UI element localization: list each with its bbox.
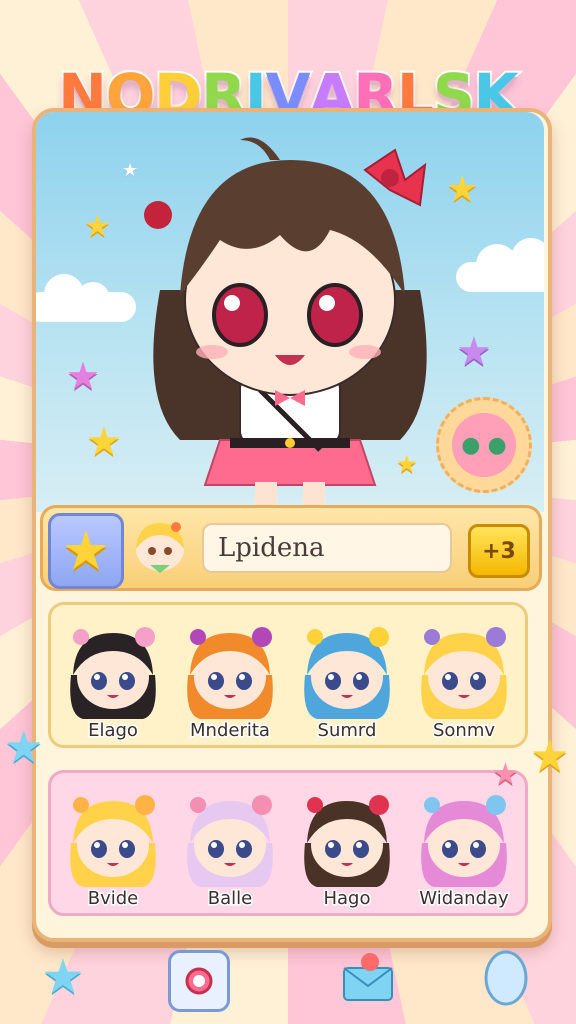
character-name: Sonmv	[431, 719, 496, 743]
character-card[interactable]: Balle	[174, 773, 286, 913]
character-name: Mnderita	[189, 719, 272, 743]
star-icon: ★	[86, 419, 122, 465]
character-card[interactable]: Sonmv	[408, 605, 520, 745]
cloud-right	[456, 238, 544, 292]
star-icon: ★	[84, 209, 111, 244]
star-icon: ★	[41, 949, 85, 1005]
star-icon: ★	[492, 757, 519, 792]
character-name: Balle	[206, 887, 253, 911]
shield-button[interactable]	[482, 950, 530, 1006]
character-card[interactable]: Bvide	[57, 773, 169, 913]
star-button[interactable]: ★	[38, 952, 88, 1002]
character-avatar	[421, 627, 507, 719]
mail-button[interactable]	[340, 952, 396, 1004]
character-row-2: Bvide Balle Hago Widanday	[48, 770, 528, 916]
character-name: Elago	[87, 719, 140, 743]
character-name: Widanday	[418, 887, 510, 911]
star-icon: ★	[66, 354, 101, 398]
character-avatar	[70, 627, 156, 719]
character-row-1: Elago Mnderita Sumrd Sonmv	[48, 602, 528, 748]
character-name: Sumrd	[316, 719, 378, 743]
character-avatar	[187, 627, 273, 719]
character-name: Bvide	[86, 887, 140, 911]
bonus-badge[interactable]: +3	[468, 524, 530, 578]
star-icon: ★	[61, 519, 111, 582]
star-icon: ★	[456, 329, 492, 375]
character-avatar	[187, 795, 273, 887]
character-name-field[interactable]: Lpidena	[202, 523, 452, 573]
character-avatar	[70, 795, 156, 887]
character-name: Hago	[322, 887, 372, 911]
shield-icon	[484, 950, 528, 1006]
character-card[interactable]: Widanday	[408, 773, 520, 913]
character-card[interactable]: Hago	[291, 773, 403, 913]
search-button[interactable]	[168, 950, 230, 1012]
character-avatar	[421, 795, 507, 887]
character-avatar	[304, 627, 390, 719]
character-card[interactable]: Mnderita	[174, 605, 286, 745]
search-icon	[185, 967, 213, 995]
character-card[interactable]: Sumrd	[291, 605, 403, 745]
star-icon: ★	[530, 731, 570, 782]
hero-character[interactable]	[120, 120, 460, 510]
character-card[interactable]: Elago	[57, 605, 169, 745]
favorite-button[interactable]: ★	[48, 513, 124, 589]
star-icon: ★	[4, 722, 44, 773]
mail-icon	[343, 953, 393, 1001]
selected-avatar[interactable]	[128, 515, 192, 581]
character-avatar	[304, 795, 390, 887]
